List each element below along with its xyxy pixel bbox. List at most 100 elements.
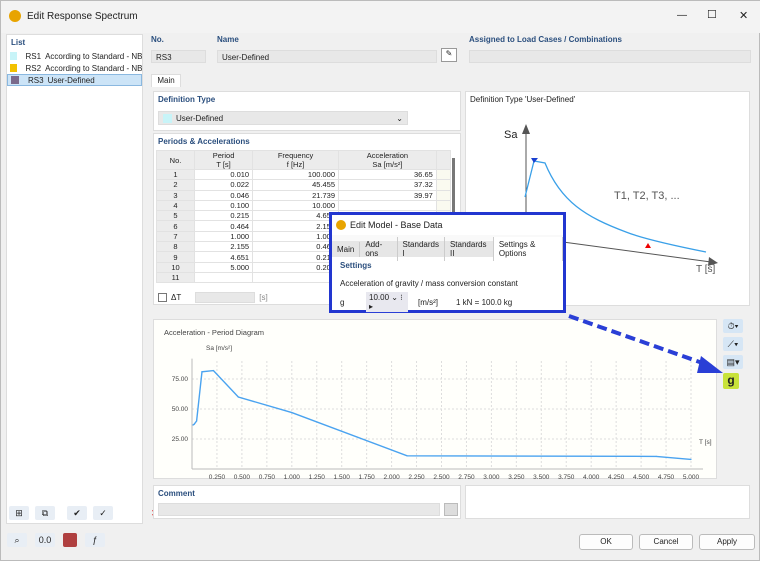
periods-label: T1, T2, T3, ... [614, 190, 680, 202]
table-cell[interactable]: 4.651 [252, 210, 340, 222]
table-cell[interactable]: 8 [156, 241, 195, 253]
table-cell[interactable]: 0.215 [252, 251, 340, 263]
x-tick-label: 0.250 [209, 474, 226, 480]
tab-main[interactable]: Main [151, 74, 181, 87]
data-point [193, 423, 195, 425]
table-cell[interactable] [252, 271, 340, 284]
definition-type-select[interactable]: User-Defined ⌄ [158, 111, 408, 125]
close-button[interactable]: ✕ [739, 9, 748, 22]
table-cell[interactable]: 7 [156, 230, 195, 243]
table-cell[interactable] [338, 199, 437, 212]
table-cell[interactable]: 37.32 [338, 179, 437, 191]
x-tick-label: 1.000 [284, 474, 301, 480]
table-row[interactable]: 4 0.100 10.000 [156, 199, 452, 212]
table-row[interactable]: 1 0.010 100.000 36.65 [156, 168, 452, 181]
x-tick-label: 2.750 [458, 474, 475, 480]
gravity-input[interactable]: 10.00 ⌄ ⁝▸ [366, 292, 408, 313]
table-cell[interactable]: 45.455 [252, 179, 340, 191]
maximize-button[interactable]: ☐ [707, 8, 717, 21]
table-cell[interactable]: 1 [156, 168, 195, 181]
table-cell[interactable]: 36.65 [338, 168, 437, 181]
dialog-tab[interactable]: Settings & Options [493, 237, 564, 261]
x-axis-label: T [s] [699, 439, 712, 446]
table-cell[interactable]: 1.000 [252, 230, 340, 243]
x-tick-label: 0.750 [259, 474, 276, 480]
edit-name-icon[interactable]: ✎ [441, 48, 457, 62]
table-cell-extra [435, 179, 452, 191]
delta-t-row: ΔT [s] [158, 292, 268, 303]
delta-t-input[interactable] [195, 292, 256, 303]
table-row[interactable]: 3 0.046 21.739 39.97 [156, 189, 452, 201]
table-cell[interactable]: 0.046 [193, 189, 254, 201]
table-cell[interactable]: 0.010 [193, 168, 254, 181]
x-tick-label: 1.250 [309, 474, 326, 480]
data-point [201, 371, 203, 373]
units-icon[interactable]: 0.0 [35, 533, 55, 547]
data-point [192, 424, 194, 426]
function-icon[interactable]: ƒ [85, 533, 105, 547]
list-item[interactable]: RS3 User-Defined [7, 74, 142, 86]
column-header: Acceleration Sa [m/s²] [338, 150, 437, 170]
table-cell[interactable]: 4.651 [193, 251, 254, 263]
table-cell-extra [435, 189, 452, 201]
color-swatch [163, 113, 172, 123]
edit-response-spectrum-window: Edit Response Spectrum — ☐ ✕ List RS1 Acc… [0, 0, 760, 561]
table-cell[interactable]: 0.464 [193, 220, 254, 232]
table-cell[interactable]: 21.739 [252, 189, 340, 201]
table-cell[interactable]: 2.155 [252, 220, 340, 232]
table-cell[interactable]: 0.464 [252, 241, 340, 253]
table-cell[interactable]: 1.000 [193, 230, 254, 243]
x-tick-label: 1.500 [334, 474, 351, 480]
dialog-tab[interactable]: Standards I [398, 237, 445, 261]
table-cell[interactable]: 0.100 [193, 199, 254, 212]
table-cell[interactable]: 9 [156, 251, 195, 263]
cancel-button[interactable]: Cancel [639, 534, 693, 550]
assigned-label: Assigned to Load Cases / Combinations [469, 35, 622, 44]
copy-item-icon[interactable]: ⧉ [35, 506, 55, 520]
table-cell[interactable]: 4 [156, 199, 195, 212]
title-bar: Edit Response Spectrum — ☐ ✕ [1, 1, 760, 33]
table-cell[interactable]: 10 [156, 261, 195, 273]
table-cell[interactable]: 0.200 [252, 261, 340, 273]
column-header: Period T [s] [193, 150, 254, 170]
dialog-tab[interactable]: Main [332, 241, 361, 257]
minimize-button[interactable]: — [677, 10, 687, 21]
table-cell[interactable]: 2 [156, 179, 195, 191]
table-row[interactable]: 2 0.022 45.455 37.32 [156, 179, 452, 191]
ok-button[interactable]: OK [579, 534, 633, 550]
table-cell[interactable]: 0.022 [193, 179, 254, 191]
definition-type-title: Definition Type [158, 95, 216, 104]
dialog-tab[interactable]: Standards II [445, 237, 494, 261]
assigned-field[interactable] [469, 50, 751, 63]
table-cell[interactable]: 3 [156, 189, 195, 201]
search-icon[interactable]: ⌕ [7, 533, 27, 547]
name-field[interactable]: User-Defined [217, 50, 437, 63]
column-header: Frequency f [Hz] [252, 150, 340, 170]
table-cell[interactable]: 5 [156, 210, 195, 222]
table-cell[interactable]: 0.215 [193, 210, 254, 222]
color-icon[interactable] [63, 533, 77, 547]
table-cell[interactable] [193, 271, 254, 284]
table-cell[interactable]: 11 [156, 271, 195, 284]
table-cell[interactable]: 39.97 [338, 189, 437, 201]
gravity-unit: [m/s²] [418, 298, 438, 307]
apply-button[interactable]: Apply [699, 534, 755, 550]
delta-t-checkbox[interactable] [158, 293, 167, 302]
new-item-icon[interactable]: ⊞ [9, 506, 29, 520]
x-tick-label: 2.000 [383, 474, 400, 480]
gravity-label: Acceleration of gravity / mass conversio… [340, 279, 518, 288]
uncheck-icon[interactable]: ✓ [93, 506, 113, 520]
table-cell[interactable]: 100.000 [252, 168, 340, 181]
table-cell[interactable]: 6 [156, 220, 195, 232]
dialog-tab[interactable]: Add-ons [360, 237, 398, 261]
list-item[interactable]: RS2According to Standard - NBC | 20 [7, 62, 142, 74]
table-cell[interactable]: 10.000 [252, 199, 340, 212]
check-all-icon[interactable]: ✔ [67, 506, 87, 520]
no-field[interactable]: RS3 [151, 50, 206, 63]
comment-library-icon[interactable] [444, 503, 458, 516]
y-tick-label: 25.00 [172, 436, 189, 443]
table-cell[interactable]: 2.155 [193, 241, 254, 253]
table-cell[interactable]: 5.000 [193, 261, 254, 273]
comment-input[interactable] [158, 503, 440, 516]
list-item[interactable]: RS1According to Standard - NBC | 20 [7, 50, 142, 62]
